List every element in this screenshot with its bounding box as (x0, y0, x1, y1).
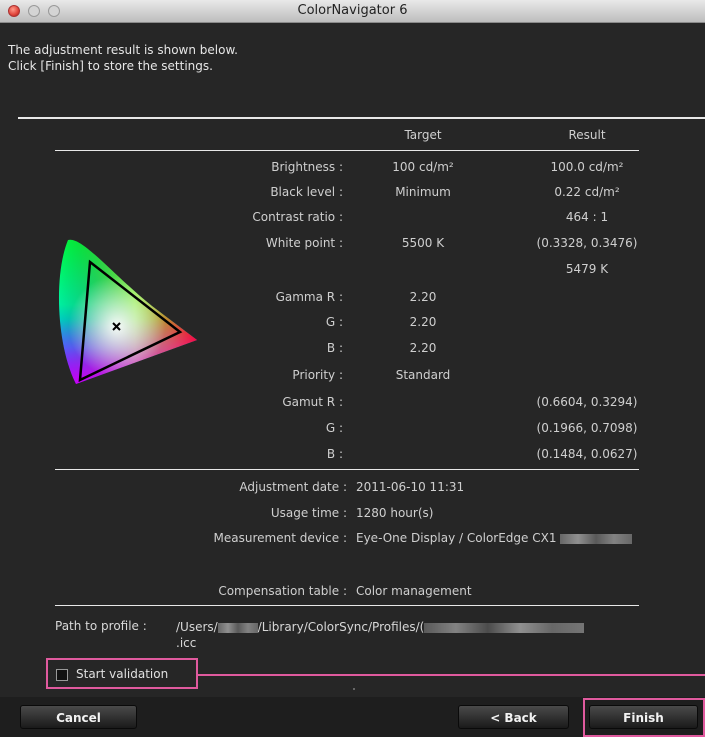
row-label: B : (326, 341, 343, 355)
row-target: 5500 K (401, 236, 445, 250)
profile-path-value: /Users/ /Library/ColorSync/Profiles/( .ic… (176, 619, 676, 651)
row-label: Contrast ratio : (252, 210, 343, 224)
row-target: 100 cd/m² (392, 160, 454, 174)
row-label: Gamma R : (275, 290, 343, 304)
row-label: Brightness : (271, 160, 343, 174)
redacted-username (217, 622, 258, 633)
cancel-button[interactable]: Cancel (20, 705, 137, 729)
row-label: G : (325, 421, 343, 435)
row-label: G : (325, 315, 343, 329)
detail-value: Color management (356, 584, 472, 598)
detail-label: Adjustment date : (239, 480, 347, 494)
profile-extension: .icc (176, 636, 197, 650)
row-target: Standard (395, 368, 451, 382)
row-result: (0.1966, 0.7098) (536, 421, 638, 435)
details-divider (55, 605, 639, 606)
start-validation-checkbox[interactable] (56, 669, 68, 681)
redacted-serial (560, 533, 633, 544)
row-result: 464 : 1 (565, 210, 609, 224)
colornavigator-window: ColorNavigator 6 The adjustment result i… (0, 0, 705, 737)
detail-value: 2011-06-10 11:31 (356, 480, 465, 494)
row-result: (0.6604, 0.3294) (536, 395, 638, 409)
row-label: B : (326, 447, 343, 461)
row-result: 5479 K (565, 262, 609, 276)
title-bar: ColorNavigator 6 (0, 0, 705, 23)
profile-path-part: /Library/ColorSync/Profiles/( (257, 620, 425, 634)
row-target: 2.20 (409, 315, 437, 329)
finish-highlight (583, 698, 705, 737)
row-result: 100.0 cd/m² (550, 160, 624, 174)
row-target: 2.20 (409, 341, 437, 355)
profile-path-part: /Users/ (176, 620, 218, 634)
row-result: (0.3328, 0.3476) (536, 236, 638, 250)
detail-label: Measurement device : (213, 531, 347, 545)
row-label: Priority : (292, 368, 343, 382)
intro-line-1: The adjustment result is shown below. (8, 43, 238, 57)
row-label: White point : (265, 236, 343, 250)
row-result: (0.1484, 0.0627) (536, 447, 638, 461)
profile-path-label: Path to profile : (55, 619, 147, 633)
separator-dot (353, 688, 355, 690)
table-divider (55, 469, 639, 470)
window-title: ColorNavigator 6 (297, 3, 408, 18)
detail-label: Compensation table : (218, 584, 347, 598)
intro-text: The adjustment result is shown below. Cl… (8, 42, 238, 74)
intro-line-2: Click [Finish] to store the settings. (8, 59, 213, 73)
result-column-header: Result (568, 128, 606, 142)
back-button[interactable]: < Back (458, 705, 569, 729)
header-divider (55, 150, 639, 151)
row-target: 2.20 (409, 290, 437, 304)
redacted-filename (424, 622, 585, 633)
top-divider (18, 117, 705, 119)
detail-value: 1280 hour(s) (356, 506, 434, 520)
start-validation-label[interactable]: Start validation (76, 667, 168, 681)
row-label: Gamut R : (282, 395, 343, 409)
highlight-connector (198, 674, 705, 676)
detail-value: Eye-One Display / ColorEdge CX1 (356, 531, 633, 545)
row-target: Minimum (395, 185, 451, 199)
row-result: 0.22 cd/m² (554, 185, 620, 199)
target-column-header: Target (404, 128, 442, 142)
cie-chromaticity-diagram-icon (58, 239, 197, 384)
row-label: Black level : (270, 185, 343, 199)
measurement-device-text: Eye-One Display / ColorEdge CX1 (356, 531, 557, 545)
detail-label: Usage time : (270, 506, 347, 520)
